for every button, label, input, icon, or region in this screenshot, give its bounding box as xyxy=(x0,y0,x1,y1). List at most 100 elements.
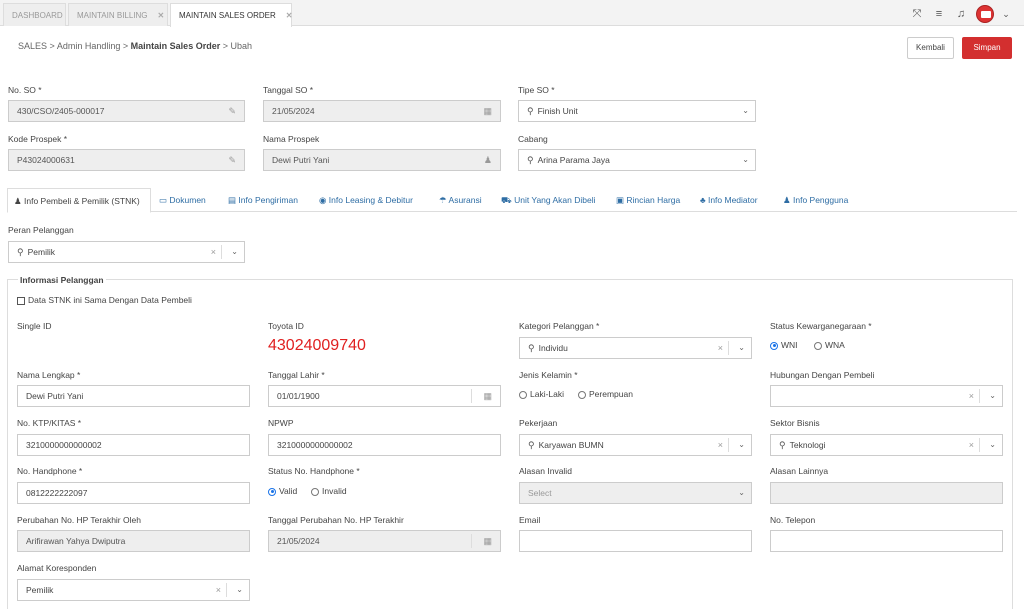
clear-icon[interactable]: × xyxy=(216,580,221,600)
radio-label: WNA xyxy=(825,340,845,350)
no-telepon-label: No. Telepon xyxy=(770,515,816,525)
clear-icon[interactable]: × xyxy=(718,435,723,455)
bell-icon[interactable]: ♫ xyxy=(954,7,968,21)
radio-wni[interactable]: WNI xyxy=(770,340,798,350)
tab-unit-yang-akan-dibeli[interactable]: ⛟ Unit Yang Akan Dibeli xyxy=(495,188,602,213)
chevron-down-icon: ⌄ xyxy=(738,440,745,449)
radio-laki-laki[interactable]: Laki-Laki xyxy=(519,389,564,399)
tipe-so-value: Finish Unit xyxy=(537,106,578,116)
radio-icon[interactable] xyxy=(770,341,778,350)
radio-invalid[interactable]: Invalid xyxy=(311,486,347,496)
checkbox-icon[interactable] xyxy=(17,296,25,305)
cabang-value: Arina Parama Jaya xyxy=(537,155,610,165)
cabang-select[interactable]: ⚲ Arina Parama Jaya ⌄ xyxy=(518,149,756,171)
close-icon[interactable]: ✕ xyxy=(286,11,293,20)
calendar-icon[interactable]: ▦ xyxy=(483,386,492,406)
tab-info-pengguna[interactable]: ♟ Info Pengguna xyxy=(777,188,854,213)
radio-icon[interactable] xyxy=(268,487,276,496)
no-so-value: 430/CSO/2405-000017 xyxy=(17,106,105,116)
email-input[interactable] xyxy=(519,530,752,552)
tipe-so-label: Tipe SO * xyxy=(518,85,555,95)
stnk-same-checkbox[interactable]: Data STNK ini Sama Dengan Data Pembeli xyxy=(17,295,192,305)
breadcrumb-ubah: Ubah xyxy=(230,41,253,51)
divider xyxy=(728,438,729,452)
alamat-koresponden-select[interactable]: Pemilik × ⌄ xyxy=(17,579,250,601)
tab-info-pembeli-pemilik[interactable]: ♟ Info Pembeli & Pemilik (STNK) xyxy=(7,188,151,213)
menu-icon[interactable]: ≡ xyxy=(932,7,946,21)
tab-label: Info Leasing & Debitur xyxy=(328,195,413,205)
avatar[interactable] xyxy=(976,5,994,23)
tanggal-perubahan-label: Tanggal Perubahan No. HP Terakhir xyxy=(268,515,404,525)
chevron-down-icon: ⌄ xyxy=(989,440,996,449)
cabang-label: Cabang xyxy=(518,134,548,144)
tab-info-mediator[interactable]: ♣ Info Mediator xyxy=(694,188,764,213)
tab-maintain-sales-order[interactable]: MAINTAIN SALES ORDER ✕ xyxy=(170,3,292,27)
clear-icon[interactable]: × xyxy=(969,435,974,455)
tab-info-leasing-debitur[interactable]: ◉ Info Leasing & Debitur xyxy=(313,188,419,213)
kategori-pelanggan-select[interactable]: ⚲ Individu × ⌄ xyxy=(519,337,752,359)
pekerjaan-select[interactable]: ⚲ Karyawan BUMN × ⌄ xyxy=(519,434,752,456)
kategori-pelanggan-label: Kategori Pelanggan * xyxy=(519,321,600,331)
chevron-down-icon[interactable]: ⌄ xyxy=(1002,7,1010,21)
chevron-down-icon: ⌄ xyxy=(738,488,745,497)
no-so-label: No. SO * xyxy=(8,85,42,95)
sektor-bisnis-select[interactable]: ⚲ Teknologi × ⌄ xyxy=(770,434,1003,456)
radio-perempuan[interactable]: Perempuan xyxy=(578,389,633,399)
breadcrumb-separator: > xyxy=(122,41,129,51)
tipe-so-select[interactable]: ⚲ Finish Unit ⌄ xyxy=(518,100,756,122)
clear-icon[interactable]: × xyxy=(718,338,723,358)
radio-icon[interactable] xyxy=(519,390,527,399)
breadcrumb-admin-handling[interactable]: Admin Handling xyxy=(57,41,121,51)
divider xyxy=(728,341,729,355)
no-handphone-input[interactable]: 0812222222097 xyxy=(17,482,250,504)
tab-dokumen[interactable]: ▭ Dokumen xyxy=(153,188,212,213)
radio-valid[interactable]: Valid xyxy=(268,486,297,496)
kode-prospek-value: P43024000631 xyxy=(17,155,75,165)
users-icon: ♣ xyxy=(700,195,706,205)
sektor-bisnis-label: Sektor Bisnis xyxy=(770,418,820,428)
ktp-input[interactable]: 3210000000000002 xyxy=(17,434,250,456)
pencil-icon: ✎ xyxy=(228,106,236,116)
tanggal-lahir-input[interactable]: 01/01/1900 ▦ xyxy=(268,385,501,407)
kode-prospek-label: Kode Prospek * xyxy=(8,134,68,144)
alamat-koresponden-label: Alamat Koresponden xyxy=(17,563,97,573)
close-icon[interactable]: ✕ xyxy=(158,11,165,20)
hubungan-select[interactable]: × ⌄ xyxy=(770,385,1003,407)
npwp-input[interactable]: 3210000000000002 xyxy=(268,434,501,456)
tab-info-pengiriman[interactable]: ▤ Info Pengiriman xyxy=(222,188,304,213)
radio-wna[interactable]: WNA xyxy=(814,340,845,350)
radio-icon[interactable] xyxy=(814,341,822,350)
kode-prospek-field: P43024000631 ✎ xyxy=(8,149,245,171)
tab-rincian-harga[interactable]: ▣ Rincian Harga xyxy=(610,188,686,213)
kembali-button[interactable]: Kembali xyxy=(907,37,954,59)
peran-pelanggan-select[interactable]: ⚲ Pemilik × ⌄ xyxy=(8,241,245,263)
clear-icon[interactable]: × xyxy=(211,242,216,262)
tab-dashboard[interactable]: DASHBOARD xyxy=(3,3,66,26)
tab-asuransi[interactable]: ☂ Asuransi xyxy=(433,188,488,213)
chevron-down-icon: ⌄ xyxy=(989,391,996,400)
pencil-icon: ✎ xyxy=(228,155,236,165)
radio-label: Perempuan xyxy=(589,389,633,399)
simpan-button[interactable]: Simpan xyxy=(962,37,1012,59)
clear-icon[interactable]: × xyxy=(969,386,974,406)
tab-maintain-billing[interactable]: MAINTAIN BILLING ✕ xyxy=(68,3,168,26)
breadcrumb-separator: > xyxy=(222,41,228,51)
alasan-lainnya-input xyxy=(770,482,1003,504)
search-icon: ⚲ xyxy=(528,343,535,353)
hubungan-label: Hubungan Dengan Pembeli xyxy=(770,370,875,380)
peran-pelanggan-label: Peran Pelanggan xyxy=(8,225,74,235)
divider xyxy=(226,583,227,597)
tab-label: MAINTAIN BILLING xyxy=(77,11,148,20)
nama-lengkap-input[interactable]: Dewi Putri Yani xyxy=(17,385,250,407)
nama-prospek-value: Dewi Putri Yani xyxy=(272,155,330,165)
fullscreen-icon[interactable]: ⤧ xyxy=(910,7,924,21)
radio-icon[interactable] xyxy=(578,390,586,399)
divider xyxy=(979,438,980,452)
tanggal-perubahan-input: 21/05/2024 ▦ xyxy=(268,530,501,552)
breadcrumb-sales[interactable]: SALES xyxy=(18,41,47,51)
radio-icon[interactable] xyxy=(311,487,319,496)
tanggal-so-value: 21/05/2024 xyxy=(272,106,315,116)
breadcrumb-maintain-sales-order[interactable]: Maintain Sales Order xyxy=(131,41,221,51)
no-telepon-input[interactable] xyxy=(770,530,1003,552)
pekerjaan-value: Karyawan BUMN xyxy=(538,440,604,450)
